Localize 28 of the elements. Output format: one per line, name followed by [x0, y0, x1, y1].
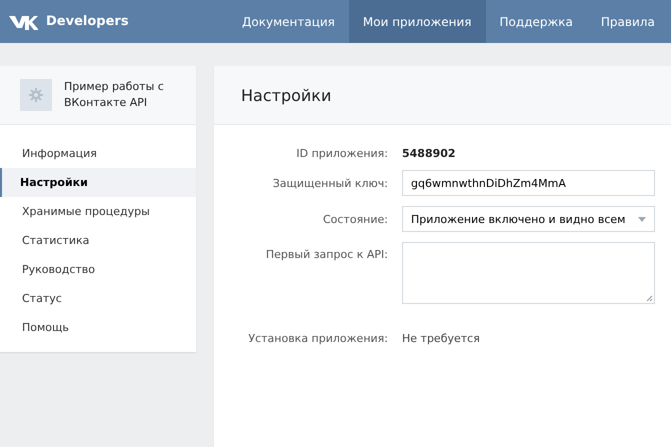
field-label: Первый запрос к API:	[264, 247, 388, 261]
secret-key-field[interactable]: gq6wmnwthnDiDhZm4MmA	[402, 170, 655, 196]
sidebar-item[interactable]: Помощь	[0, 313, 196, 342]
field-label: ID приложения:	[295, 147, 388, 160]
sidebar-item[interactable]: Статус	[0, 284, 196, 313]
sidebar-item[interactable]: Информация	[0, 139, 196, 168]
caret-icon[interactable]	[638, 216, 646, 222]
logo-icon	[8, 14, 38, 30]
logo-text: Developers	[46, 14, 129, 29]
nav-tab[interactable]: Мои приложения	[348, 0, 486, 43]
status-dropdown[interactable]: Приложение включено и видно всем	[402, 206, 655, 232]
sidebar-item[interactable]: Хранимые процедуры	[0, 197, 196, 226]
sidebar-item[interactable]: Настройки	[0, 168, 196, 197]
field-label: Защищенный ключ:	[272, 176, 388, 190]
app-id-value: 5488902	[402, 147, 457, 160]
sidebar-item[interactable]: Статистика	[0, 226, 196, 255]
nav-tab[interactable]: Документация	[228, 0, 349, 43]
nav-tab[interactable]: Правила	[586, 0, 669, 43]
panel-title: Настройки	[241, 86, 332, 104]
sidebar-item[interactable]: Руководство	[0, 255, 196, 284]
api-request-field[interactable]	[402, 242, 655, 304]
app-icon	[20, 79, 52, 111]
field-label: Установка приложения:	[247, 332, 388, 345]
app-name: Пример работы с ВКонтакте API	[64, 79, 165, 111]
resize-handle-icon[interactable]	[646, 295, 653, 302]
field-label: Состояние:	[322, 212, 388, 226]
install-value: Не требуется	[402, 332, 481, 345]
nav-tab[interactable]: Поддержка	[486, 0, 587, 43]
